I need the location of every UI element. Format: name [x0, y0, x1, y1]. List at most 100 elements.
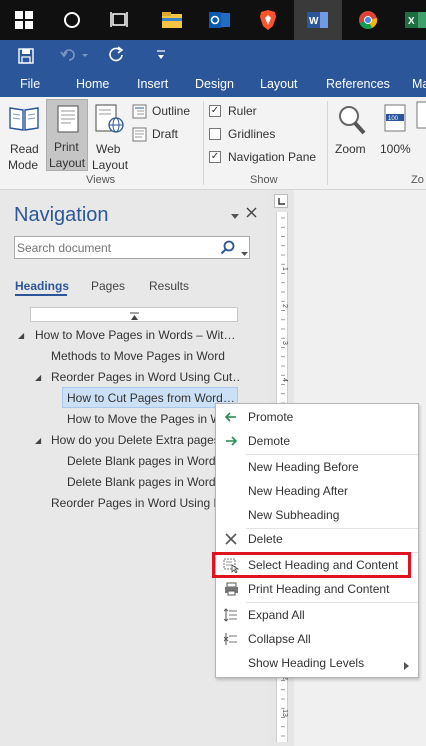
windows-logo-icon[interactable] — [0, 0, 48, 40]
menu-item-demote[interactable]: Demote — [216, 429, 418, 453]
tab-pages[interactable]: Pages — [91, 279, 125, 293]
printer-icon — [222, 581, 240, 597]
tab-home[interactable]: Home — [76, 77, 109, 91]
close-pane-icon[interactable] — [246, 207, 257, 221]
search-options-chevron-down-icon[interactable] — [241, 246, 248, 260]
heading-item[interactable]: Methods to Move Pages in Word — [51, 349, 251, 363]
tab-headings[interactable]: Headings — [15, 279, 69, 293]
tab-layout[interactable]: Layout — [260, 77, 298, 91]
zoom-100-icon: 100 — [384, 104, 408, 137]
draft-label: Draft — [152, 127, 179, 141]
customize-quick-access-icon[interactable] — [156, 49, 166, 64]
delete-x-icon — [222, 531, 240, 547]
chrome-icon[interactable] — [344, 0, 392, 40]
ruler-number: 3 — [281, 341, 288, 345]
pane-options-icon[interactable] — [230, 210, 240, 224]
navigation-pane-check-box: ✓ — [209, 151, 221, 163]
brave-icon[interactable] — [244, 0, 292, 40]
menu-item-show-heading-levels[interactable]: Show Heading Levels — [216, 651, 418, 675]
outline-button[interactable]: Outline — [132, 103, 198, 121]
tab-results[interactable]: Results — [149, 279, 189, 293]
cortana-icon[interactable] — [48, 0, 96, 40]
print-layout-button[interactable]: Print Layout — [46, 99, 88, 171]
web-layout-label-2: Layout — [92, 158, 129, 172]
collapse-up-icon — [130, 310, 139, 324]
gridlines-checkbox[interactable]: Gridlines — [209, 127, 319, 143]
menu-item-new-heading-before[interactable]: New Heading Before — [216, 455, 418, 479]
navigation-title: Navigation — [14, 204, 109, 226]
menu-item-label: Expand All — [248, 608, 305, 622]
menu-item-label: New Subheading — [248, 508, 340, 522]
menu-item-new-heading-after[interactable]: New Heading After — [216, 479, 418, 503]
word-icon[interactable]: W — [294, 0, 342, 40]
ruler-number: 1 — [281, 267, 288, 271]
search-input[interactable] — [17, 239, 207, 256]
redo-icon[interactable] — [108, 46, 126, 67]
collapse-all-icon — [222, 631, 240, 647]
tab-file[interactable]: File — [20, 77, 40, 91]
heading-item[interactable]: Reorder Pages in Word Using Cut… — [51, 370, 241, 384]
save-icon[interactable] — [18, 48, 34, 67]
print-layout-label-2: Layout — [49, 156, 86, 170]
excel-icon[interactable]: X — [392, 0, 426, 40]
svg-text:X: X — [408, 16, 415, 27]
heading-item-selected[interactable]: How to Cut Pages from Word… — [67, 391, 237, 405]
heading-item[interactable]: How to Move Pages in Words – Wit… — [35, 328, 260, 342]
navigation-pane-label: Navigation Pane — [228, 150, 317, 164]
heading-item[interactable]: How to Move the Pages in W — [67, 412, 217, 426]
menu-item-expand-all[interactable]: Expand All — [216, 603, 418, 627]
scroll-to-top-button[interactable] — [30, 307, 238, 322]
zoom-100-label: 100% — [380, 142, 411, 156]
tab-references[interactable]: References — [326, 77, 390, 91]
expand-triangle-icon[interactable]: ◢ — [18, 331, 24, 340]
menu-item-label: Delete — [248, 532, 283, 546]
search-document-box[interactable] — [14, 236, 250, 259]
menu-item-promote[interactable]: Promote — [216, 405, 418, 429]
menu-item-label: Demote — [248, 434, 291, 448]
zoom-group-label: Zo — [411, 174, 424, 186]
outlook-icon[interactable] — [196, 0, 244, 40]
zoom-100-button[interactable]: 100 100% — [378, 101, 414, 161]
expand-triangle-icon[interactable]: ◢ — [35, 436, 41, 445]
zoom-label: Zoom — [335, 142, 366, 156]
expand-triangle-icon[interactable]: ◢ — [35, 373, 41, 382]
heading-item[interactable]: How do you Delete Extra pages — [51, 433, 215, 447]
ruler-checkbox[interactable]: ✓ Ruler — [209, 104, 319, 120]
heading-item[interactable]: Delete Blank pages in Word — [67, 454, 217, 468]
heading-item[interactable]: Reorder Pages in Word Using N — [51, 496, 215, 510]
undo-icon[interactable] — [60, 47, 88, 66]
group-divider — [203, 101, 204, 185]
svg-text:100: 100 — [388, 116, 399, 122]
arrow-right-icon — [222, 433, 240, 449]
ruler-number: 13 — [281, 709, 288, 717]
heading-item[interactable]: Delete Blank pages in Word — [67, 475, 217, 489]
ruler-check-box: ✓ — [209, 105, 221, 117]
ribbon-view: Read Mode Print Layout Web Layout Outlin… — [0, 97, 426, 190]
windows-taskbar: W X — [0, 0, 426, 40]
arrow-left-icon — [222, 409, 240, 425]
web-layout-button[interactable]: Web Layout — [90, 101, 130, 172]
one-page-icon[interactable] — [416, 101, 426, 133]
search-icon[interactable] — [220, 240, 235, 258]
zoom-button[interactable]: Zoom — [333, 101, 371, 161]
menu-item-new-subheading[interactable]: New Subheading — [216, 503, 418, 527]
show-group-label: Show — [250, 174, 278, 186]
menu-item-delete[interactable]: Delete — [216, 527, 418, 551]
task-view-icon[interactable] — [96, 0, 144, 40]
active-tab-underline — [15, 294, 67, 296]
tab-insert[interactable]: Insert — [137, 77, 168, 91]
menu-item-collapse-all[interactable]: Collapse All — [216, 627, 418, 651]
tab-mailings[interactable]: Ma — [412, 77, 426, 91]
svg-text:W: W — [309, 16, 319, 27]
outline-icon — [132, 104, 147, 122]
highlight-annotation-box — [212, 552, 411, 578]
navigation-pane-checkbox[interactable]: ✓ Navigation Pane — [209, 150, 324, 166]
read-mode-button[interactable]: Read Mode — [4, 101, 42, 172]
gridlines-check-box — [209, 128, 221, 140]
file-explorer-icon[interactable] — [148, 0, 196, 40]
menu-item-print-heading-and-content[interactable]: Print Heading and Content — [216, 577, 418, 601]
draft-button[interactable]: Draft — [132, 126, 198, 144]
tab-design[interactable]: Design — [195, 77, 234, 91]
tab-selector-icon[interactable] — [274, 194, 288, 208]
ruler-number: 4 — [281, 378, 288, 382]
